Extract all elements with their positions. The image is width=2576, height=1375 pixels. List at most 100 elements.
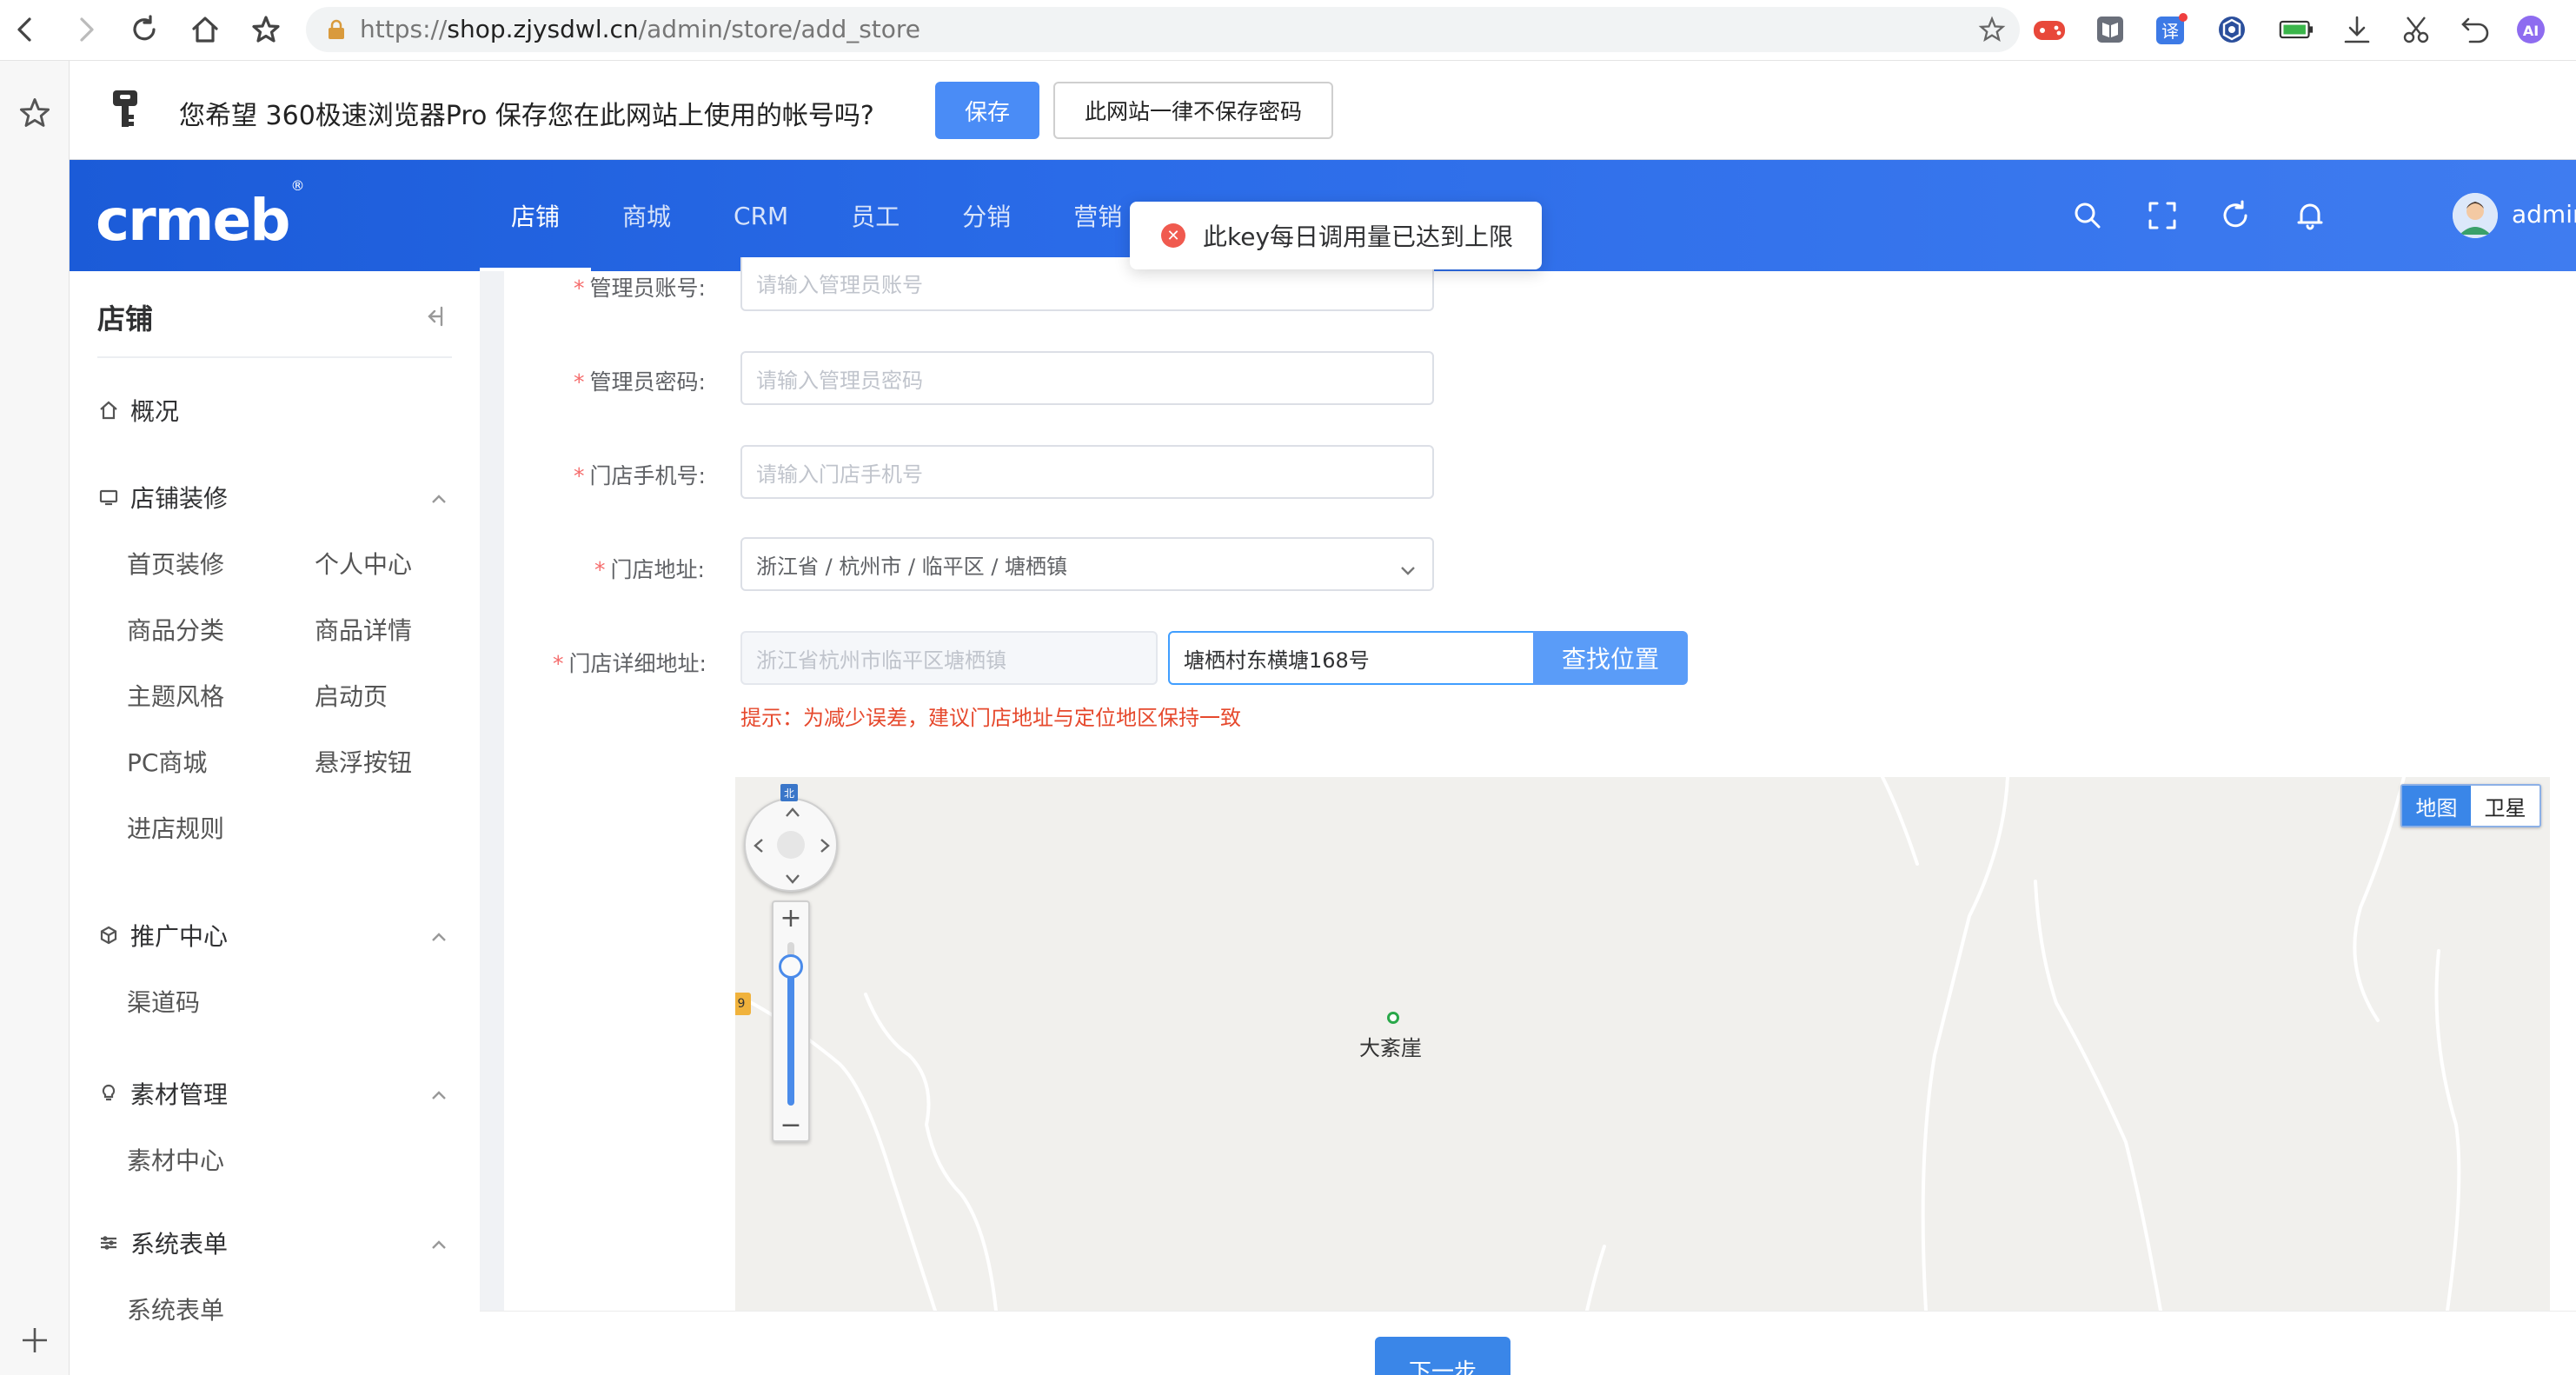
sidebar-sub-item[interactable]: 个人中心 — [315, 546, 412, 581]
bulb-icon — [97, 1082, 120, 1105]
chevron-up-icon[interactable] — [429, 930, 448, 942]
road-number-tag: 9 — [735, 993, 751, 1015]
pan-up-icon[interactable] — [783, 803, 802, 822]
sidebar-sub-item[interactable]: 悬浮按钮 — [315, 744, 412, 779]
bookmark-icon[interactable] — [1978, 16, 2006, 43]
toast-message: 此key每日调用量已达到上限 — [1203, 223, 1514, 251]
street-address-input[interactable]: 塘栖村东横塘168号 — [1168, 631, 1535, 685]
store-address-label: * 门店地址: — [594, 557, 705, 582]
map[interactable]: 地图 卫星 北 + − 9 大紊崖 — [735, 777, 2550, 1311]
sidebar-group[interactable]: 店铺装修 — [97, 478, 228, 516]
zoom-fill — [787, 966, 794, 1106]
sidebar-sub-item[interactable]: PC商城 — [127, 744, 207, 779]
ai-assistant-icon[interactable]: AI — [2513, 12, 2548, 47]
download-icon[interactable] — [2340, 12, 2374, 47]
top-nav-item[interactable]: 商城 — [591, 160, 702, 271]
battery-extension-icon[interactable] — [2279, 12, 2314, 47]
home-button[interactable] — [184, 9, 226, 50]
next-step-button[interactable]: 下一步 — [1375, 1337, 1510, 1375]
sidebar-sub-item[interactable]: 启动页 — [315, 678, 388, 713]
undo-icon[interactable] — [2458, 12, 2493, 47]
sidebar-sub-item[interactable]: 素材中心 — [127, 1142, 224, 1177]
reload-button[interactable] — [123, 9, 165, 50]
store-address-select[interactable]: 浙江省 / 杭州市 / 临平区 / 塘栖镇 — [740, 537, 1434, 591]
refresh-icon[interactable] — [2218, 198, 2253, 233]
address-bar[interactable]: https://shop.zjysdwl.cn/admin/store/add_… — [306, 7, 2020, 52]
map-type-map-button[interactable]: 地图 — [2402, 786, 2471, 826]
lock-icon — [329, 19, 344, 39]
sidebar-sub-item[interactable]: 首页装修 — [127, 546, 224, 581]
forward-button[interactable] — [64, 9, 106, 50]
zoom-slider-handle[interactable] — [779, 954, 803, 980]
sidebar-sub-item[interactable]: 系统表单 — [127, 1292, 224, 1326]
user-name[interactable]: admin — [2512, 200, 2576, 229]
top-nav-item[interactable]: CRM — [702, 160, 820, 271]
compass-icon: 北 — [780, 784, 798, 801]
top-nav-item[interactable]: 员工 — [820, 160, 931, 271]
detail-address-label: * 门店详细地址: — [553, 651, 707, 676]
forward-arrow-icon — [80, 17, 94, 42]
pan-center[interactable] — [777, 831, 805, 859]
sidebar-sub-item[interactable]: 主题风格 — [127, 678, 224, 713]
sidebar-group[interactable]: 系统表单 — [97, 1224, 228, 1262]
sidebar-sub-item[interactable]: 进店规则 — [127, 810, 224, 845]
save-password-message: 您希望 360极速浏览器Pro 保存您在此网站上使用的帐号吗? — [179, 101, 874, 131]
map-pan-control[interactable] — [744, 798, 838, 892]
chevron-up-icon[interactable] — [429, 492, 448, 504]
sidebar-divider — [97, 356, 452, 358]
top-nav-item[interactable]: 分销 — [931, 160, 1042, 271]
browser-side-panel — [0, 61, 70, 1375]
error-toast: ✕ 此key每日调用量已达到上限 — [1130, 202, 1542, 269]
pan-down-icon[interactable] — [783, 869, 802, 888]
url-text: https://shop.zjysdwl.cn/admin/store/add_… — [360, 15, 921, 43]
map-zoom-control: + − — [772, 900, 810, 1142]
chevron-down-icon — [1399, 558, 1417, 575]
sidebar-sub-item[interactable]: 商品详情 — [315, 612, 412, 647]
sidebar-group[interactable]: 推广中心 — [97, 916, 228, 954]
admin-password-input[interactable]: 请输入管理员密码 — [740, 351, 1434, 405]
add-panel-icon[interactable] — [19, 1325, 50, 1356]
pan-right-icon[interactable] — [815, 836, 834, 855]
sidebar-sub-item[interactable]: 商品分类 — [127, 612, 224, 647]
never-save-password-button[interactable]: 此网站一律不保存密码 — [1053, 82, 1333, 139]
avatar[interactable] — [2453, 193, 2498, 238]
monitor-icon — [97, 486, 120, 508]
star-icon — [252, 16, 280, 43]
poi-label[interactable]: 大紊崖 — [1359, 1031, 1422, 1061]
zoom-in-button[interactable]: + — [773, 902, 808, 933]
zoom-out-button[interactable]: − — [773, 1109, 808, 1140]
map-type-satellite-button[interactable]: 卫星 — [2471, 786, 2539, 826]
sidebar-item-overview[interactable]: 概况 — [97, 391, 179, 429]
crmeb-logo[interactable]: crmeb® — [96, 177, 304, 252]
bookmark-star-button[interactable] — [245, 9, 287, 50]
fullscreen-icon[interactable] — [2145, 198, 2180, 233]
reader-extension-icon[interactable] — [2093, 12, 2128, 47]
region-address-input: 浙江省杭州市临平区塘栖镇 — [740, 631, 1158, 685]
home-icon — [97, 399, 120, 422]
map-roads — [735, 777, 2461, 1311]
svg-text:AI: AI — [2523, 23, 2539, 39]
favorites-star-icon[interactable] — [17, 96, 52, 130]
game-extension-icon[interactable] — [2032, 12, 2067, 47]
search-icon[interactable] — [2070, 198, 2105, 233]
store-phone-input[interactable]: 请输入门店手机号 — [740, 445, 1434, 499]
chevron-up-icon[interactable] — [429, 1088, 448, 1100]
pan-left-icon[interactable] — [749, 836, 768, 855]
poi-marker-icon[interactable] — [1387, 1012, 1399, 1024]
top-nav-item[interactable]: 店铺 — [480, 160, 592, 271]
cube-icon — [97, 924, 120, 947]
chevron-up-icon[interactable] — [429, 1238, 448, 1250]
translate-extension-icon[interactable]: 译 — [2154, 12, 2188, 47]
bell-icon[interactable] — [2293, 198, 2327, 233]
reload-icon — [133, 15, 156, 41]
back-button[interactable] — [5, 9, 47, 50]
find-location-button[interactable]: 查找位置 — [1533, 631, 1688, 685]
sliders-icon — [97, 1232, 120, 1254]
scissors-icon[interactable] — [2399, 12, 2433, 47]
save-password-button[interactable]: 保存 — [935, 82, 1039, 139]
sidebar-title: 店铺 — [97, 302, 154, 335]
chatgpt-extension-icon[interactable] — [2214, 12, 2249, 47]
sidebar-group[interactable]: 素材管理 — [97, 1074, 228, 1113]
sidebar-sub-item[interactable]: 渠道码 — [127, 984, 200, 1019]
collapse-sidebar-icon[interactable] — [419, 302, 447, 330]
